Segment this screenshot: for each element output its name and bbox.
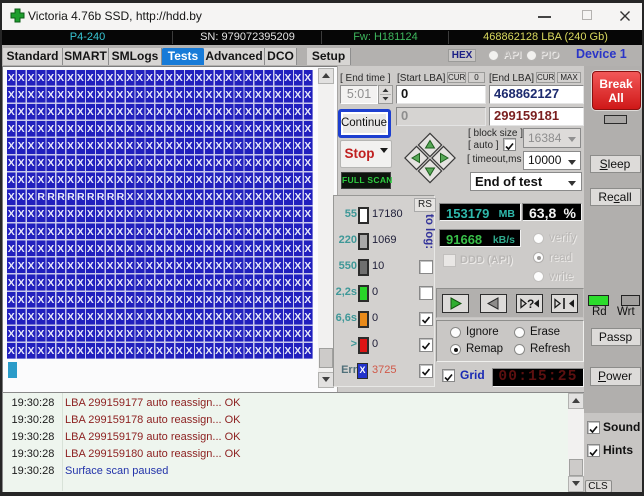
svg-text:?: ?	[527, 297, 534, 311]
